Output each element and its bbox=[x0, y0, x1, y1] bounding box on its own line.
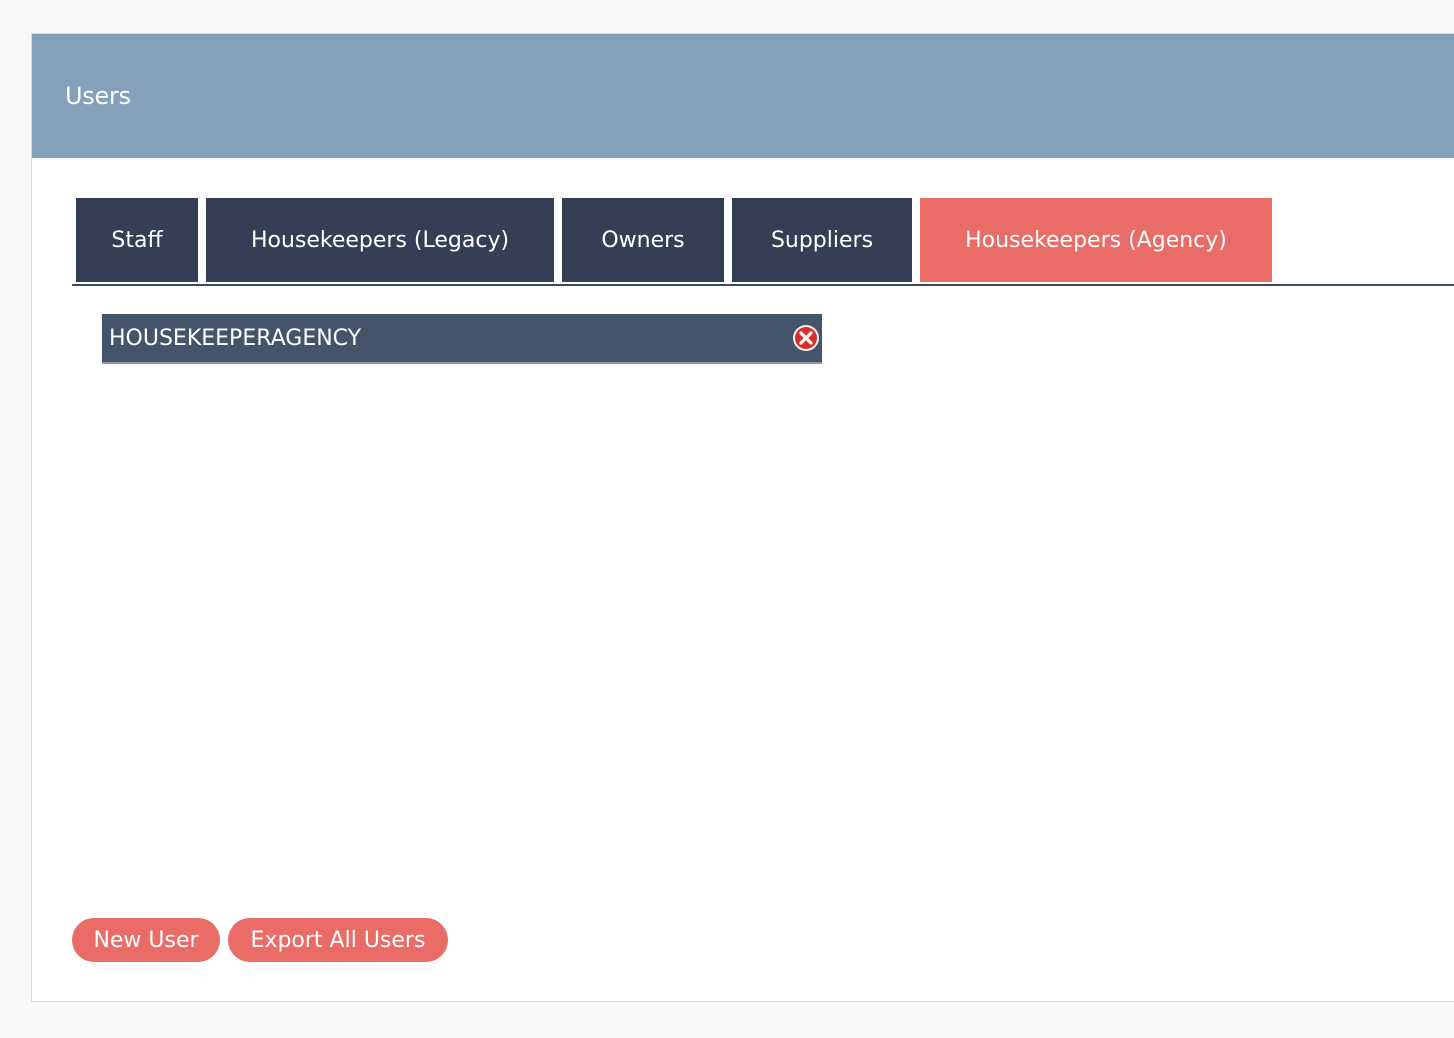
list-item[interactable]: HOUSEKEEPERAGENCY bbox=[102, 314, 822, 364]
users-panel: Users Staff Housekeepers (Legacy) Owners… bbox=[31, 33, 1454, 1002]
export-all-users-button[interactable]: Export All Users bbox=[228, 918, 448, 962]
remove-circle-icon[interactable] bbox=[792, 324, 820, 352]
page-title: Users bbox=[65, 82, 131, 110]
tab-staff[interactable]: Staff bbox=[76, 198, 198, 282]
panel-header: Users bbox=[32, 34, 1454, 158]
user-type-tabs: Staff Housekeepers (Legacy) Owners Suppl… bbox=[72, 198, 1454, 286]
tab-suppliers[interactable]: Suppliers bbox=[732, 198, 912, 282]
tab-housekeepers-legacy[interactable]: Housekeepers (Legacy) bbox=[206, 198, 554, 282]
user-name: HOUSEKEEPERAGENCY bbox=[109, 325, 362, 351]
new-user-button[interactable]: New User bbox=[72, 918, 220, 962]
tab-housekeepers-agency[interactable]: Housekeepers (Agency) bbox=[920, 198, 1272, 282]
tab-owners[interactable]: Owners bbox=[562, 198, 724, 282]
